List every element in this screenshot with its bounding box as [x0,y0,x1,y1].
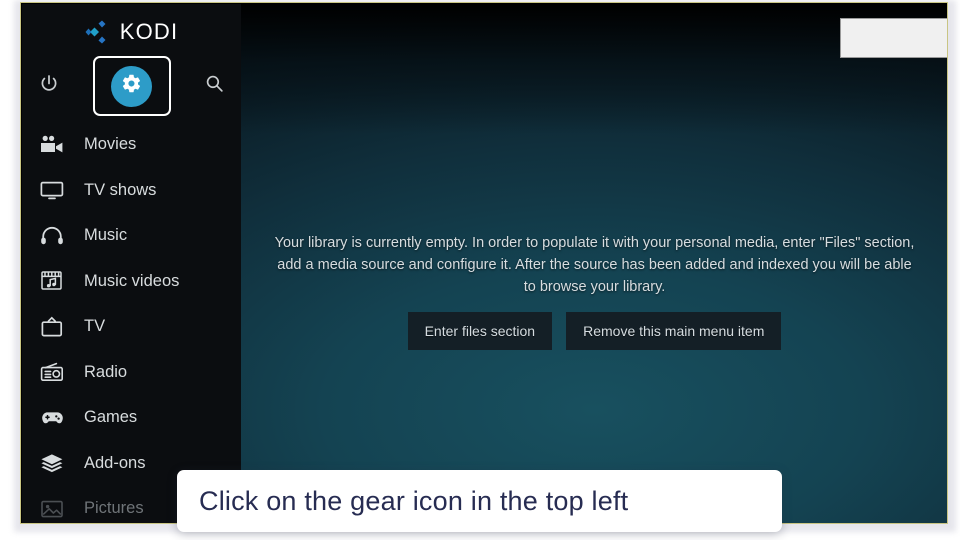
tv-antenna-icon [40,314,70,340]
layers-icon [40,450,70,476]
instruction-text: Click on the gear icon in the top left [199,485,629,516]
radio-icon [40,359,70,385]
sidebar-item-games[interactable]: Games [22,395,241,441]
tv-monitor-icon [40,177,70,203]
instruction-banner: Click on the gear icon in the top left [177,470,782,532]
music-video-icon [40,268,70,294]
sidebar-item-label: Music [84,226,128,245]
sidebar-item-music-videos[interactable]: Music videos [22,259,241,305]
kodi-app: Your library is currently empty. In orde… [22,4,947,523]
sidebar-item-label: Radio [84,362,128,381]
empty-library-block: Your library is currently empty. In orde… [241,232,947,350]
kodi-window-frame: Your library is currently empty. In orde… [20,2,948,524]
sidebar-menu: Movies TV shows Music Music videos TV Ra… [22,122,241,523]
remove-main-menu-item-button[interactable]: Remove this main menu item [566,312,782,350]
sidebar-topbar [22,56,241,116]
sidebar-item-label: TV shows [84,180,157,199]
search-button[interactable] [197,68,233,104]
search-icon [204,73,225,99]
sidebar-item-label: Games [84,408,138,427]
sidebar-item-tv[interactable]: TV [22,304,241,350]
empty-library-message: Your library is currently empty. In orde… [274,235,915,295]
sidebar-item-movies[interactable]: Movies [22,122,241,168]
sidebar-item-music[interactable]: Music [22,213,241,259]
sidebar-item-label: Pictures [84,499,144,518]
kodi-logo-text: KODI [119,19,179,44]
picture-icon [40,496,70,522]
gear-icon [121,73,142,99]
movie-camera-icon [40,132,70,158]
sidebar: KODI Movies TV shows Music Music videos … [22,4,241,523]
sidebar-item-radio[interactable]: Radio [22,350,241,396]
settings-button[interactable] [92,56,171,116]
gamepad-icon [40,405,70,431]
headphones-icon [40,223,70,249]
sidebar-item-tv-shows[interactable]: TV shows [22,168,241,214]
sidebar-item-label: Movies [84,135,137,154]
sidebar-item-label: TV [84,317,106,336]
empty-library-actions: Enter files section Remove this main men… [241,312,947,350]
top-right-overlay-box[interactable] [840,18,947,58]
sidebar-item-label: Add-ons [84,453,146,472]
settings-gear-circle [111,65,152,107]
kodi-diamond-logo-icon [85,20,111,44]
enter-files-section-button[interactable]: Enter files section [407,312,553,350]
power-button[interactable] [31,68,67,104]
sidebar-item-label: Music videos [84,271,180,290]
content-pane: Your library is currently empty. In orde… [241,4,947,523]
kodi-logo: KODI [22,16,241,48]
screenshot-root: Your library is currently empty. In orde… [0,0,960,540]
power-icon [38,73,60,100]
